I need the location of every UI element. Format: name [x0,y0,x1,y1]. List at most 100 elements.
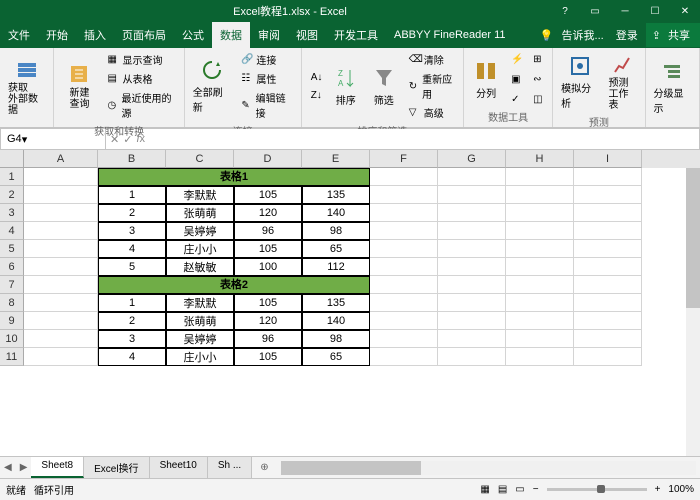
zoom-level[interactable]: 100% [668,484,694,495]
cell[interactable]: 2 [98,312,166,330]
tab-nav-next-icon[interactable]: ▶ [16,462,32,473]
tell-me-icon[interactable]: 💡 [536,29,558,42]
cell[interactable]: 140 [302,312,370,330]
menu-文件[interactable]: 文件 [0,22,38,48]
cell[interactable]: 庄小小 [166,240,234,258]
cell[interactable]: 张萌萌 [166,204,234,222]
advanced-filter-button[interactable]: ▽高级 [404,103,459,122]
cell[interactable] [438,222,506,240]
cell[interactable]: 120 [234,204,302,222]
cell[interactable]: 5 [98,258,166,276]
cell[interactable] [438,240,506,258]
tab-nav-prev-icon[interactable]: ◀ [0,462,16,473]
row-head-1[interactable]: 1 [0,168,24,186]
cell[interactable]: 140 [302,204,370,222]
cell[interactable] [506,330,574,348]
row-head-4[interactable]: 4 [0,222,24,240]
row-head-10[interactable]: 10 [0,330,24,348]
connections-button[interactable]: 🔗连接 [236,50,296,69]
col-head-H[interactable]: H [506,150,574,168]
row-head-7[interactable]: 7 [0,276,24,294]
menu-页面布局[interactable]: 页面布局 [114,22,174,48]
cell[interactable] [574,168,642,186]
col-head-D[interactable]: D [234,150,302,168]
cell[interactable] [574,186,642,204]
cell[interactable]: 3 [98,222,166,240]
row-head-9[interactable]: 9 [0,312,24,330]
cell[interactable]: 105 [234,348,302,366]
cell[interactable] [506,204,574,222]
cell[interactable]: 赵敏敏 [166,258,234,276]
cell[interactable]: 庄小小 [166,348,234,366]
cell[interactable] [370,312,438,330]
cell[interactable] [574,294,642,312]
col-head-A[interactable]: A [24,150,98,168]
cell[interactable]: 65 [302,240,370,258]
menu-数据[interactable]: 数据 [212,22,250,48]
cell[interactable] [574,312,642,330]
fx-icon[interactable]: fx [136,133,145,145]
view-break-icon[interactable]: ▭ [515,484,524,495]
menu-插入[interactable]: 插入 [76,22,114,48]
cell[interactable] [438,204,506,222]
cell[interactable] [574,330,642,348]
cell[interactable] [370,204,438,222]
cell[interactable]: 112 [302,258,370,276]
cell[interactable] [438,258,506,276]
forecast-sheet-button[interactable]: 预测 工作表 [605,50,641,113]
flash-fill-button[interactable]: ⚡ [506,50,526,68]
col-head-F[interactable]: F [370,150,438,168]
cell[interactable] [438,276,506,294]
select-all-corner[interactable] [0,150,24,168]
col-head-I[interactable]: I [574,150,642,168]
cell[interactable]: 65 [302,348,370,366]
sheet-tab-Sheet8[interactable]: Sheet8 [31,457,84,478]
maximize-icon[interactable]: ☐ [640,0,670,22]
cell[interactable] [438,168,506,186]
cell[interactable] [574,222,642,240]
cell[interactable] [506,312,574,330]
cell[interactable] [24,330,98,348]
cell[interactable] [24,258,98,276]
col-head-E[interactable]: E [302,150,370,168]
cell[interactable] [506,186,574,204]
menu-开发工具[interactable]: 开发工具 [326,22,386,48]
from-table-button[interactable]: ▤从表格 [102,69,179,88]
menu-视图[interactable]: 视图 [288,22,326,48]
col-head-B[interactable]: B [98,150,166,168]
view-normal-icon[interactable]: ▦ [480,484,489,495]
cell[interactable]: 96 [234,330,302,348]
cell[interactable]: 105 [234,186,302,204]
new-query-button[interactable]: 新建 查询 [58,60,100,112]
manage-model-button[interactable]: ◫ [528,90,548,108]
cell[interactable] [438,186,506,204]
cell[interactable] [370,222,438,240]
cell[interactable]: 4 [98,240,166,258]
menu-开始[interactable]: 开始 [38,22,76,48]
show-queries-button[interactable]: ▦显示查询 [102,50,179,69]
cell[interactable] [438,348,506,366]
cell[interactable] [506,168,574,186]
zoom-slider[interactable] [547,488,647,491]
worksheet-grid[interactable]: 1234567891011 ABCDEFGHI 表格11李默默1051352张萌… [0,150,700,456]
sheet-tab-Sh ...[interactable]: Sh ... [208,457,252,478]
row-head-5[interactable]: 5 [0,240,24,258]
cell[interactable]: 1 [98,186,166,204]
edit-links-button[interactable]: ✎编辑链接 [236,88,296,122]
cell[interactable] [370,168,438,186]
col-head-C[interactable]: C [166,150,234,168]
zoom-out-button[interactable]: − [533,484,539,495]
properties-button[interactable]: ☷属性 [236,69,296,88]
row-head-11[interactable]: 11 [0,348,24,366]
cell[interactable] [574,204,642,222]
horizontal-scrollbar[interactable] [281,461,696,475]
enter-formula-icon[interactable]: ✓ [123,133,132,146]
cell[interactable] [506,222,574,240]
ribbon-toggle-icon[interactable]: ▭ [580,0,610,22]
cell[interactable] [506,276,574,294]
cell[interactable]: 吴婷婷 [166,330,234,348]
cell[interactable]: 李默默 [166,186,234,204]
cell[interactable] [24,276,98,294]
vertical-scrollbar[interactable] [686,168,700,456]
cell[interactable]: 98 [302,222,370,240]
